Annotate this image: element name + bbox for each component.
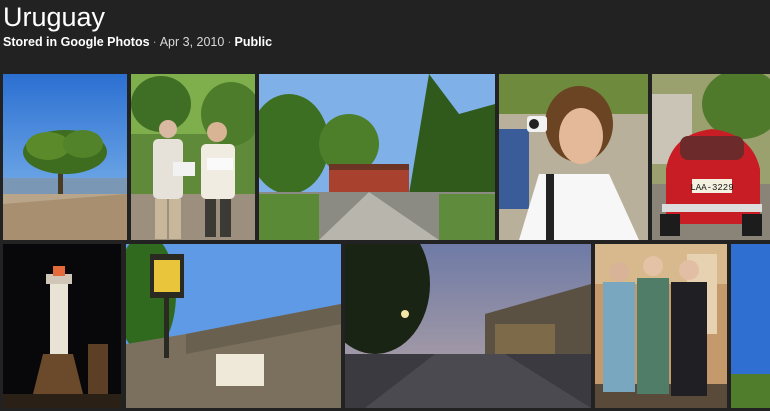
- photo-tourists-map[interactable]: [131, 74, 255, 240]
- photo-woman-camera-image: [499, 74, 648, 240]
- photo-tree-by-water[interactable]: [3, 74, 127, 240]
- storage-label: Stored in Google Photos: [3, 35, 150, 49]
- photo-lamp-wall-image: [126, 244, 341, 408]
- photo-lighthouse-night[interactable]: [3, 244, 121, 408]
- photo-lighthouse-night-image: [3, 244, 121, 408]
- photo-tree-by-water-image: [3, 74, 127, 240]
- photo-street-trees[interactable]: [259, 74, 495, 240]
- photo-woman-camera[interactable]: [499, 74, 648, 240]
- photo-dusk-street-image: [345, 244, 591, 408]
- visibility-label: Public: [234, 35, 273, 49]
- photo-group-portrait[interactable]: [595, 244, 727, 408]
- photo-tourists-map-image: [131, 74, 255, 240]
- meta-separator: ·: [152, 35, 157, 49]
- photo-red-car-image: LAA-3229: [652, 74, 770, 240]
- photo-group-portrait-image: [595, 244, 727, 408]
- photo-red-car[interactable]: LAA-3229: [652, 74, 770, 240]
- album-title: Uruguay: [3, 2, 106, 32]
- license-plate-text: LAA-3229: [690, 183, 733, 193]
- photo-street-trees-image: [259, 74, 495, 240]
- meta-separator: ·: [227, 35, 232, 49]
- photo-sky-edge-image: [731, 244, 770, 408]
- album-header: Uruguay Stored in Google Photos · Apr 3, 2…: [3, 0, 770, 60]
- photo-lamp-wall[interactable]: [126, 244, 341, 408]
- album-meta: Stored in Google Photos · Apr 3, 2010 · Publ…: [3, 34, 272, 50]
- album-date: Apr 3, 2010: [159, 35, 225, 49]
- photo-dusk-street[interactable]: [345, 244, 591, 408]
- photo-sky-edge[interactable]: [731, 244, 770, 408]
